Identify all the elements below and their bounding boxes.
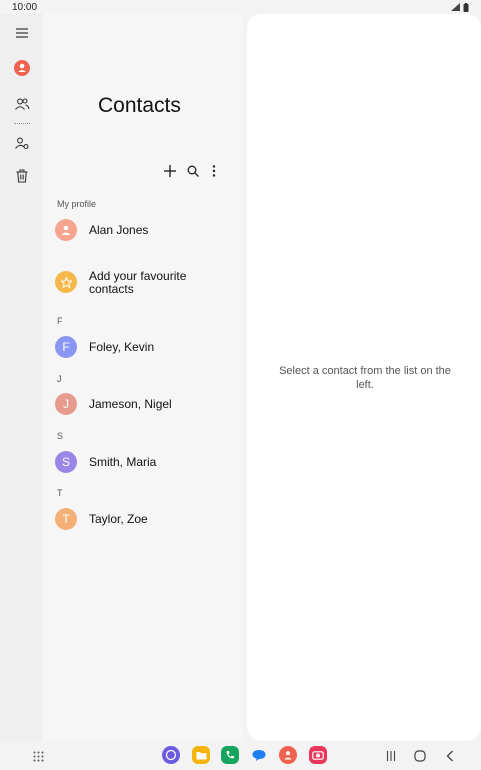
signal-icon	[451, 3, 460, 11]
home-icon[interactable]	[412, 748, 428, 764]
contact-name: Smith, Maria	[89, 455, 157, 469]
section-letter: F	[57, 316, 63, 326]
section-letter: S	[57, 431, 64, 441]
my-profile-label: My profile	[57, 199, 97, 209]
add-favourites-label: Add your favourite contacts	[89, 269, 187, 296]
contacts-icon[interactable]	[10, 56, 34, 80]
list-item[interactable]: S Smith, Maria	[47, 443, 237, 483]
contact-detail-pane: Select a contact from the list on the le…	[247, 14, 481, 741]
add-favourites-row[interactable]: Add your favourite contacts	[47, 263, 237, 305]
avatar: S	[55, 451, 77, 473]
profile-name: Alan Jones	[89, 223, 149, 237]
status-time: 10:00	[12, 2, 38, 13]
status-bar: 10:00	[0, 0, 481, 14]
back-icon[interactable]	[442, 748, 458, 764]
internet-app-icon[interactable]	[162, 746, 180, 764]
contact-name: Foley, Kevin	[89, 340, 155, 354]
recents-icon[interactable]	[383, 748, 399, 764]
list-item[interactable]: T Taylor, Zoe	[47, 500, 237, 540]
empty-detail-message: Select a contact from the list on the le…	[279, 365, 451, 391]
more-options-icon[interactable]	[205, 162, 223, 180]
menu-icon[interactable]	[10, 21, 34, 45]
messages-app-icon[interactable]	[250, 746, 268, 764]
phone-app-icon[interactable]	[221, 746, 239, 764]
status-icons	[451, 2, 469, 12]
star-icon	[60, 276, 72, 288]
profile-icon	[61, 225, 71, 235]
section-letter: T	[57, 488, 63, 498]
search-icon[interactable]	[184, 162, 202, 180]
favourite-avatar	[55, 271, 77, 293]
groups-icon[interactable]	[10, 92, 34, 116]
list-item[interactable]: F Foley, Kevin	[47, 328, 237, 368]
battery-icon	[463, 2, 469, 12]
navigation-bar	[0, 741, 481, 770]
avatar: J	[55, 393, 77, 415]
trash-icon[interactable]	[10, 164, 34, 188]
my-profile-row[interactable]: Alan Jones	[47, 211, 237, 251]
add-icon[interactable]	[161, 162, 179, 180]
my-files-app-icon[interactable]	[192, 746, 210, 764]
app-drawer-icon[interactable]	[30, 748, 46, 764]
contact-name: Taylor, Zoe	[89, 512, 148, 526]
page-title: Contacts	[98, 94, 181, 117]
avatar: F	[55, 336, 77, 358]
avatar: T	[55, 508, 77, 530]
contact-list-pane: Contacts	[43, 14, 243, 741]
camera-app-icon[interactable]	[309, 746, 327, 764]
manage-contacts-icon[interactable]	[10, 131, 34, 155]
contacts-app-icon[interactable]	[279, 746, 297, 764]
list-item[interactable]: J Jameson, Nigel	[47, 385, 237, 425]
section-letter: J	[57, 374, 62, 384]
contact-name: Jameson, Nigel	[89, 397, 172, 411]
rail-divider	[14, 123, 30, 124]
avatar	[55, 219, 77, 241]
